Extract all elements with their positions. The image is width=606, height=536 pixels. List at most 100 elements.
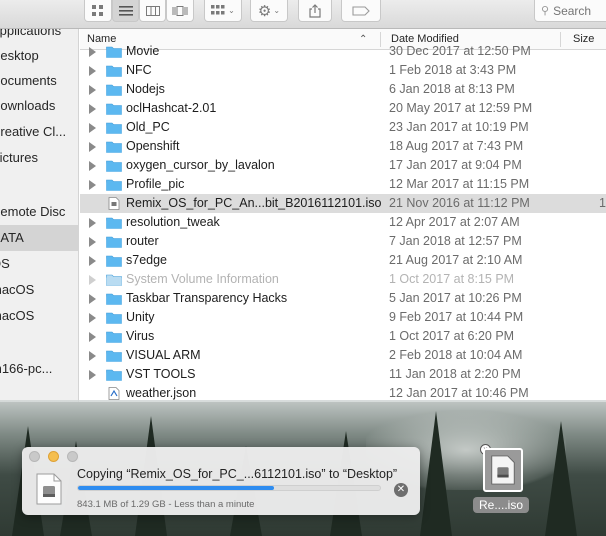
file-name: s7edge: [126, 253, 168, 267]
share-button[interactable]: [298, 0, 332, 22]
disclosure-triangle-icon[interactable]: [89, 180, 96, 190]
finder-sidebar: ApplicationsDesktopDocumentsDownloadsCre…: [0, 29, 79, 402]
file-name: Nodejs: [126, 82, 165, 96]
sidebar-item[interactable]: m166-pc...: [0, 356, 78, 382]
file-row[interactable]: VISUAL ARM 2 Feb 2018 at 10:04 AM: [80, 346, 606, 365]
disclosure-triangle-icon[interactable]: [89, 47, 96, 57]
file-row[interactable]: Openshift 18 Aug 2017 at 7:43 PM: [80, 137, 606, 156]
file-row[interactable]: oclHashcat-2.01 20 May 2017 at 12:59 PM: [80, 99, 606, 118]
disk-image-icon: [491, 455, 515, 485]
finder-window: ⌄ ⚙ ⌄ ⚲ ApplicationsDesktopDocumentsDown…: [0, 0, 606, 402]
list-view-icon: [118, 5, 133, 16]
folder-icon: [106, 274, 122, 286]
desktop-iso-file[interactable]: × Re....iso: [470, 443, 532, 515]
tags-button[interactable]: [341, 0, 381, 22]
folder-icon: [106, 350, 122, 362]
json-file-icon: [108, 387, 120, 400]
disclosure-triangle-icon[interactable]: [89, 370, 96, 380]
file-name: Openshift: [126, 139, 180, 153]
disclosure-triangle-icon[interactable]: [89, 351, 96, 361]
file-row[interactable]: Remix_OS_for_PC_An...bit_B2016112101.iso…: [80, 194, 606, 213]
gear-icon: ⚙: [257, 2, 272, 20]
file-date: 20 May 2017 at 12:59 PM: [389, 101, 533, 115]
sidebar-item[interactable]: Pictures: [0, 145, 78, 171]
sidebar-item[interactable]: macOS: [0, 303, 78, 329]
disclosure-triangle-icon[interactable]: [89, 218, 96, 228]
file-row[interactable]: Virus 1 Oct 2017 at 6:20 PM: [80, 327, 606, 346]
folder-icon: [106, 84, 122, 96]
file-row[interactable]: Nodejs 6 Jan 2018 at 8:13 PM: [80, 80, 606, 99]
file-row[interactable]: Movie 30 Dec 2017 at 12:50 PM: [80, 44, 606, 61]
disclosure-triangle-icon[interactable]: [89, 294, 96, 304]
disclosure-triangle-icon[interactable]: [89, 237, 96, 247]
cover-flow-button[interactable]: [166, 0, 194, 22]
disclosure-triangle-icon[interactable]: [89, 85, 96, 95]
minimize-window-button[interactable]: [48, 451, 59, 462]
sidebar-item[interactable]: OS: [0, 251, 78, 277]
disk-image-icon: [36, 473, 62, 505]
action-button[interactable]: ⚙ ⌄: [250, 0, 288, 22]
file-date: 18 Aug 2017 at 7:43 PM: [389, 139, 524, 153]
arrange-button[interactable]: ⌄: [204, 0, 242, 22]
file-date: 1 Oct 2017 at 6:20 PM: [389, 329, 515, 343]
folder-icon: [106, 255, 122, 267]
disclosure-triangle-icon[interactable]: [89, 66, 96, 76]
file-name: Profile_pic: [126, 177, 185, 191]
disclosure-triangle-icon[interactable]: [89, 332, 96, 342]
sidebar-item[interactable]: Applications: [0, 29, 78, 44]
disclosure-triangle-icon[interactable]: [89, 275, 96, 285]
folder-icon: [106, 293, 122, 305]
folder-icon: [106, 65, 122, 77]
cancel-copy-button[interactable]: ✕: [394, 483, 408, 497]
wallpaper-tree: [545, 421, 577, 536]
disclosure-triangle-icon[interactable]: [89, 142, 96, 152]
file-row[interactable]: VST TOOLS 11 Jan 2018 at 2:20 PM: [80, 365, 606, 384]
file-name: Remix_OS_for_PC_An...bit_B2016112101.iso: [126, 196, 382, 210]
file-name: Old_PC: [126, 120, 170, 134]
share-icon: [309, 3, 321, 18]
sidebar-item[interactable]: DATA: [0, 225, 78, 251]
file-date: 21 Aug 2017 at 2:10 AM: [389, 253, 523, 267]
file-row[interactable]: Unity 9 Feb 2017 at 10:44 PM: [80, 308, 606, 327]
search-field[interactable]: ⚲: [534, 0, 606, 22]
icon-view-button[interactable]: [84, 0, 112, 22]
file-date: 23 Jan 2017 at 10:19 PM: [389, 120, 529, 134]
file-date: 21 Nov 2016 at 11:12 PM: [389, 196, 530, 210]
folder-icon: [106, 179, 122, 191]
file-row[interactable]: Taskbar Transparency Hacks 5 Jan 2017 at …: [80, 289, 606, 308]
file-date: 11 Jan 2018 at 2:20 PM: [389, 367, 521, 381]
disk-image-thumbnail: [483, 448, 523, 492]
file-row[interactable]: System Volume Information 1 Oct 2017 at 8…: [80, 270, 606, 289]
file-name: oclHashcat-2.01: [126, 101, 217, 115]
folder-icon: [106, 103, 122, 115]
sidebar-item[interactable]: Remote Disc: [0, 199, 78, 225]
file-row[interactable]: oxygen_cursor_by_lavalon 17 Jan 2017 at 9…: [80, 156, 606, 175]
icon-view-icon: [92, 4, 103, 16]
sidebar-item[interactable]: Documents: [0, 68, 78, 94]
sidebar-item[interactable]: macOS: [0, 277, 78, 303]
close-window-button[interactable]: [29, 451, 40, 462]
file-row[interactable]: router 7 Jan 2018 at 12:57 PM: [80, 232, 606, 251]
sidebar-item[interactable]: Desktop: [0, 43, 78, 69]
disclosure-triangle-icon[interactable]: [89, 313, 96, 323]
disclosure-triangle-icon[interactable]: [89, 104, 96, 114]
disclosure-triangle-icon[interactable]: [89, 123, 96, 133]
sidebar-item[interactable]: Downloads: [0, 93, 78, 119]
list-view-button[interactable]: [112, 0, 139, 22]
sidebar-item[interactable]: Creative Cl...: [0, 119, 78, 145]
search-input[interactable]: [553, 3, 606, 18]
copy-progress-dialog: Copying “Remix_OS_for_PC_...6112101.iso”…: [22, 447, 420, 515]
disclosure-triangle-icon[interactable]: [89, 256, 96, 266]
file-row[interactable]: s7edge 21 Aug 2017 at 2:10 AM: [80, 251, 606, 270]
disclosure-triangle-icon[interactable]: [89, 161, 96, 171]
file-row[interactable]: Old_PC 23 Jan 2017 at 10:19 PM: [80, 118, 606, 137]
file-row[interactable]: Profile_pic 12 Mar 2017 at 11:15 PM: [80, 175, 606, 194]
file-name: router: [126, 234, 159, 248]
column-view-button[interactable]: [139, 0, 166, 22]
file-row[interactable]: NFC 1 Feb 2018 at 3:43 PM: [80, 61, 606, 80]
folder-icon: [106, 331, 122, 343]
wallpaper-tree: [420, 411, 452, 536]
file-row[interactable]: resolution_tweak 12 Apr 2017 at 2:07 AM: [80, 213, 606, 232]
zoom-window-button[interactable]: [67, 451, 78, 462]
copy-title: Copying “Remix_OS_for_PC_...6112101.iso”…: [77, 467, 398, 481]
